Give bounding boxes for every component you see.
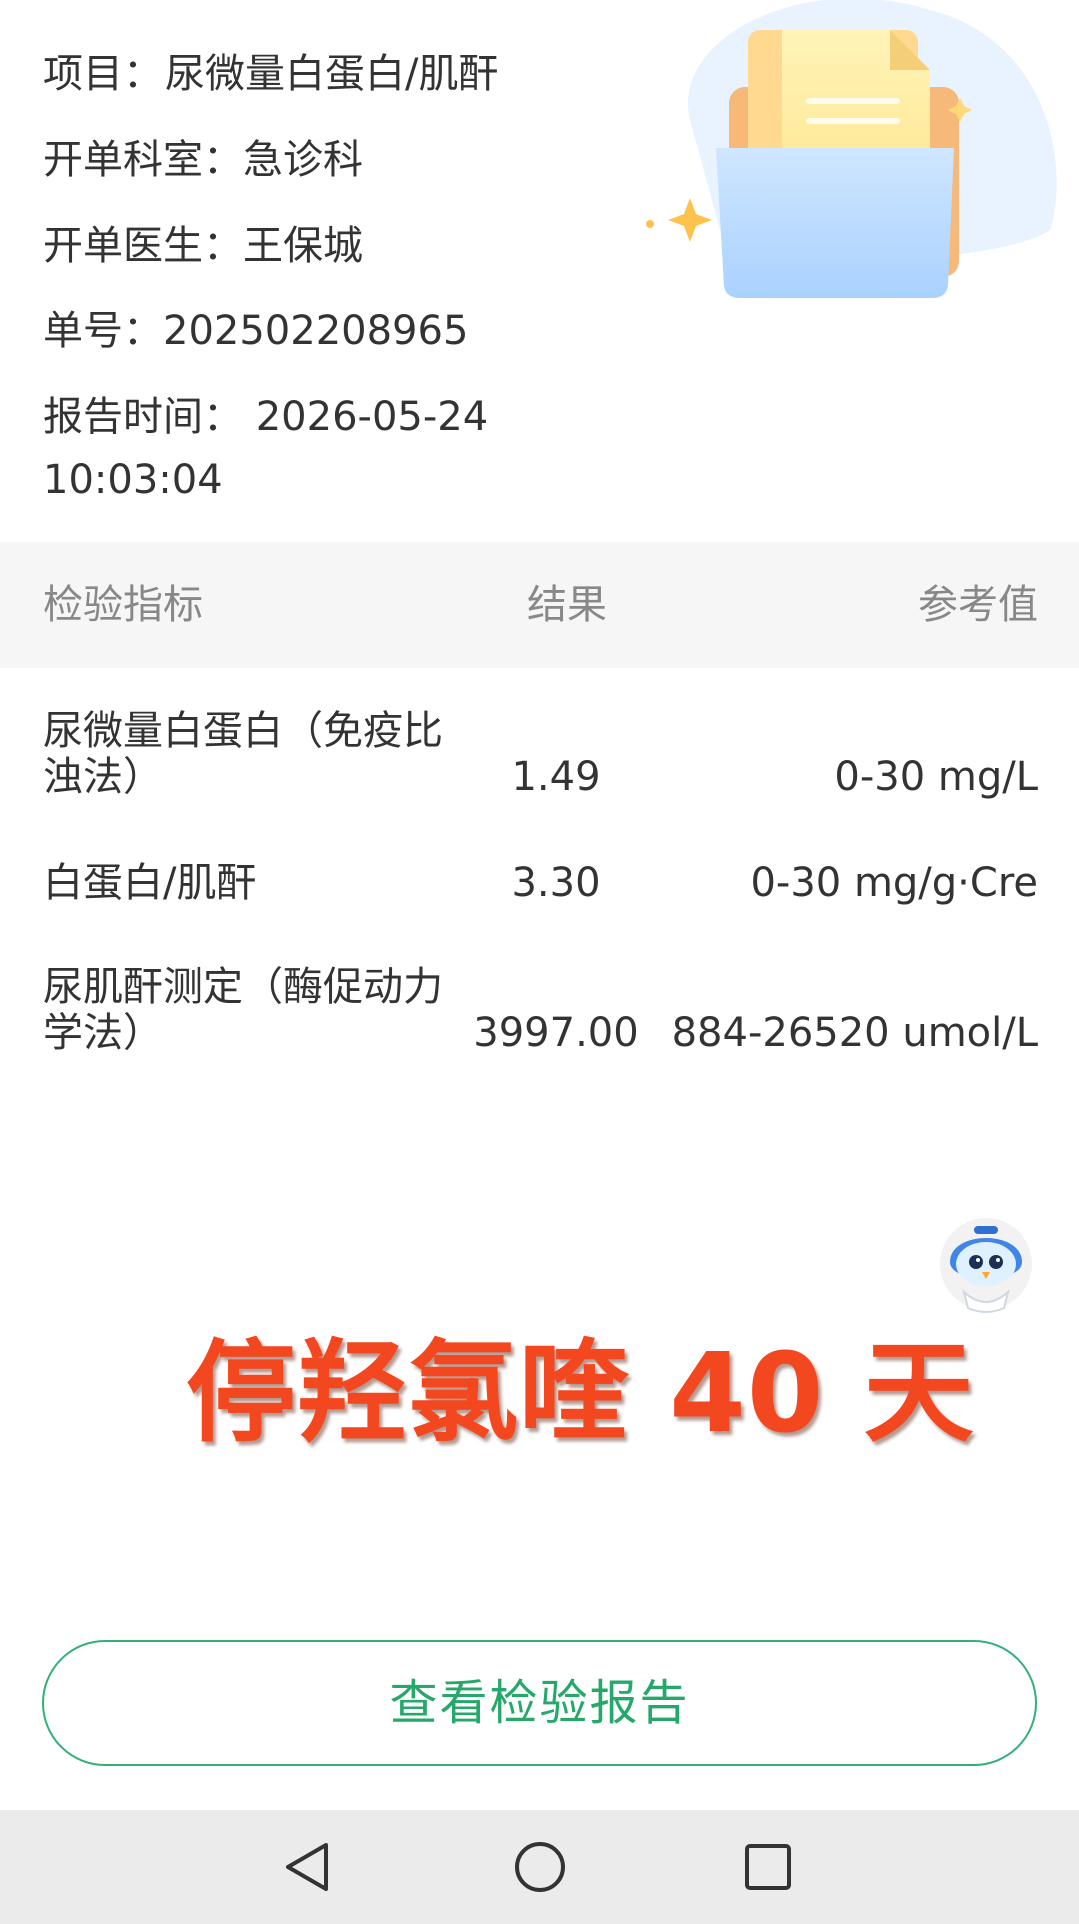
table-header: 检验指标 结果 参考值 — [0, 542, 1079, 668]
report-time-line: 报告时间： 2026-05-24 — [43, 393, 488, 441]
indicator-name: 白蛋白/肌酐 — [43, 860, 257, 906]
indicator-reference: 0-30 mg/g·Cre — [750, 860, 1038, 906]
system-navigation-bar — [0, 1810, 1079, 1924]
project-line: 项目：尿微量白蛋白/肌酐 — [43, 50, 498, 98]
doctor-label: 开单医生： — [43, 223, 243, 269]
order-value: 202502208965 — [163, 308, 469, 354]
doctor-line: 开单医生：王保城 — [43, 222, 363, 270]
report-time-clock: 10:03:04 — [43, 457, 223, 503]
view-report-button[interactable]: 查看检验报告 — [42, 1640, 1037, 1766]
project-label: 项目： — [43, 51, 163, 97]
indicator-result: 3.30 — [511, 860, 601, 906]
indicator-result: 3997.00 — [473, 1010, 639, 1056]
recent-apps-square-icon[interactable] — [738, 1837, 798, 1897]
lab-result-page: 项目：尿微量白蛋白/肌酐 开单科室：急诊科 开单医生：王保城 单号：202502… — [0, 0, 1079, 1924]
robot-assistant-icon[interactable] — [938, 1212, 1034, 1316]
header-result: 结果 — [527, 582, 607, 628]
indicator-name: 尿肌酐测定（酶促动力学法） — [43, 964, 443, 1056]
project-value: 尿微量白蛋白/肌酐 — [165, 51, 499, 97]
header-indicator: 检验指标 — [43, 582, 203, 628]
dept-line: 开单科室：急诊科 — [43, 136, 363, 184]
indicator-name: 尿微量白蛋白（免疫比浊法） — [43, 708, 443, 800]
report-time-clock-line: 10:03:04 — [43, 456, 223, 504]
dept-label: 开单科室： — [43, 137, 243, 183]
order-label: 单号： — [43, 308, 163, 354]
back-triangle-icon[interactable] — [278, 1837, 338, 1897]
order-line: 单号：202502208965 — [43, 307, 468, 355]
report-time-label: 报告时间： — [43, 394, 243, 440]
overlay-caption: 停羟氯喹 40 天 — [186, 1329, 975, 1457]
indicator-reference: 884-26520 umol/L — [671, 1010, 1038, 1056]
header-reference: 参考值 — [918, 582, 1038, 628]
home-circle-icon[interactable] — [510, 1837, 570, 1897]
report-time-date: 2026-05-24 — [255, 394, 489, 440]
dept-value: 急诊科 — [243, 137, 363, 183]
document-folder-illustration — [646, 0, 1057, 298]
doctor-value: 王保城 — [243, 223, 363, 269]
indicator-reference: 0-30 mg/L — [834, 754, 1038, 800]
indicator-result: 1.49 — [511, 754, 601, 800]
